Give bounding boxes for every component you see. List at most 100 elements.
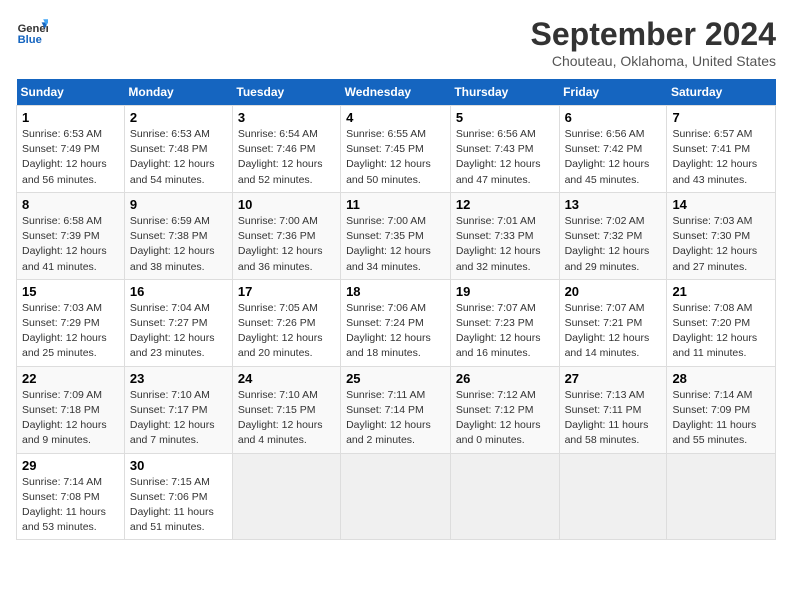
calendar-cell-17: 17 Sunrise: 7:05 AMSunset: 7:26 PMDaylig… (232, 279, 340, 366)
calendar-week-row: 15 Sunrise: 7:03 AMSunset: 7:29 PMDaylig… (17, 279, 776, 366)
calendar-cell-21: 21 Sunrise: 7:08 AMSunset: 7:20 PMDaylig… (667, 279, 776, 366)
day-number: 28 (672, 371, 770, 386)
day-number: 18 (346, 284, 445, 299)
calendar-cell-22: 22 Sunrise: 7:09 AMSunset: 7:18 PMDaylig… (17, 366, 125, 453)
day-number: 25 (346, 371, 445, 386)
day-number: 8 (22, 197, 119, 212)
day-number: 23 (130, 371, 227, 386)
day-number: 13 (565, 197, 662, 212)
calendar-cell-27: 27 Sunrise: 7:13 AMSunset: 7:11 PMDaylig… (559, 366, 667, 453)
calendar-week-row: 8 Sunrise: 6:58 AMSunset: 7:39 PMDayligh… (17, 192, 776, 279)
calendar-cell-11: 11 Sunrise: 7:00 AMSunset: 7:35 PMDaylig… (341, 192, 451, 279)
calendar-cell-30: 30 Sunrise: 7:15 AMSunset: 7:06 PMDaylig… (124, 453, 232, 540)
day-number: 30 (130, 458, 227, 473)
day-number: 24 (238, 371, 335, 386)
day-number: 26 (456, 371, 554, 386)
day-number: 12 (456, 197, 554, 212)
day-number: 4 (346, 110, 445, 125)
calendar-cell-10: 10 Sunrise: 7:00 AMSunset: 7:36 PMDaylig… (232, 192, 340, 279)
calendar-cell-5: 5 Sunrise: 6:56 AMSunset: 7:43 PMDayligh… (450, 106, 559, 193)
page-header: General Blue September 2024 Chouteau, Ok… (16, 16, 776, 69)
day-info: Sunrise: 7:14 AMSunset: 7:08 PMDaylight:… (22, 476, 106, 534)
calendar-cell-6: 6 Sunrise: 6:56 AMSunset: 7:42 PMDayligh… (559, 106, 667, 193)
calendar-cell-19: 19 Sunrise: 7:07 AMSunset: 7:23 PMDaylig… (450, 279, 559, 366)
day-number: 3 (238, 110, 335, 125)
empty-cell (450, 453, 559, 540)
title-block: September 2024 Chouteau, Oklahoma, Unite… (531, 16, 776, 69)
page-subtitle: Chouteau, Oklahoma, United States (531, 53, 776, 69)
calendar-cell-12: 12 Sunrise: 7:01 AMSunset: 7:33 PMDaylig… (450, 192, 559, 279)
weekday-header-saturday: Saturday (667, 79, 776, 106)
day-info: Sunrise: 7:08 AMSunset: 7:20 PMDaylight:… (672, 302, 757, 360)
calendar-week-row: 22 Sunrise: 7:09 AMSunset: 7:18 PMDaylig… (17, 366, 776, 453)
day-info: Sunrise: 7:07 AMSunset: 7:21 PMDaylight:… (565, 302, 650, 360)
calendar-cell-28: 28 Sunrise: 7:14 AMSunset: 7:09 PMDaylig… (667, 366, 776, 453)
day-info: Sunrise: 6:56 AMSunset: 7:42 PMDaylight:… (565, 128, 650, 186)
day-number: 17 (238, 284, 335, 299)
day-info: Sunrise: 7:15 AMSunset: 7:06 PMDaylight:… (130, 476, 214, 534)
day-number: 11 (346, 197, 445, 212)
day-number: 21 (672, 284, 770, 299)
empty-cell (559, 453, 667, 540)
day-number: 16 (130, 284, 227, 299)
day-info: Sunrise: 6:53 AMSunset: 7:49 PMDaylight:… (22, 128, 107, 186)
calendar-cell-2: 2 Sunrise: 6:53 AMSunset: 7:48 PMDayligh… (124, 106, 232, 193)
calendar-cell-18: 18 Sunrise: 7:06 AMSunset: 7:24 PMDaylig… (341, 279, 451, 366)
day-info: Sunrise: 7:02 AMSunset: 7:32 PMDaylight:… (565, 215, 650, 273)
day-info: Sunrise: 7:12 AMSunset: 7:12 PMDaylight:… (456, 389, 541, 447)
weekday-header-wednesday: Wednesday (341, 79, 451, 106)
empty-cell (341, 453, 451, 540)
day-info: Sunrise: 7:01 AMSunset: 7:33 PMDaylight:… (456, 215, 541, 273)
day-info: Sunrise: 7:00 AMSunset: 7:36 PMDaylight:… (238, 215, 323, 273)
day-info: Sunrise: 7:05 AMSunset: 7:26 PMDaylight:… (238, 302, 323, 360)
calendar-cell-24: 24 Sunrise: 7:10 AMSunset: 7:15 PMDaylig… (232, 366, 340, 453)
day-number: 15 (22, 284, 119, 299)
logo-icon: General Blue (16, 16, 48, 48)
calendar-cell-4: 4 Sunrise: 6:55 AMSunset: 7:45 PMDayligh… (341, 106, 451, 193)
calendar-week-row: 1 Sunrise: 6:53 AMSunset: 7:49 PMDayligh… (17, 106, 776, 193)
day-number: 10 (238, 197, 335, 212)
weekday-header-row: SundayMondayTuesdayWednesdayThursdayFrid… (17, 79, 776, 106)
day-info: Sunrise: 7:13 AMSunset: 7:11 PMDaylight:… (565, 389, 649, 447)
day-info: Sunrise: 7:04 AMSunset: 7:27 PMDaylight:… (130, 302, 215, 360)
weekday-header-friday: Friday (559, 79, 667, 106)
day-number: 2 (130, 110, 227, 125)
day-info: Sunrise: 6:54 AMSunset: 7:46 PMDaylight:… (238, 128, 323, 186)
calendar-cell-7: 7 Sunrise: 6:57 AMSunset: 7:41 PMDayligh… (667, 106, 776, 193)
calendar-table: SundayMondayTuesdayWednesdayThursdayFrid… (16, 79, 776, 540)
day-info: Sunrise: 7:00 AMSunset: 7:35 PMDaylight:… (346, 215, 431, 273)
day-info: Sunrise: 6:56 AMSunset: 7:43 PMDaylight:… (456, 128, 541, 186)
day-info: Sunrise: 6:59 AMSunset: 7:38 PMDaylight:… (130, 215, 215, 273)
day-number: 1 (22, 110, 119, 125)
logo: General Blue (16, 16, 48, 48)
calendar-cell-13: 13 Sunrise: 7:02 AMSunset: 7:32 PMDaylig… (559, 192, 667, 279)
day-number: 22 (22, 371, 119, 386)
empty-cell (232, 453, 340, 540)
day-number: 19 (456, 284, 554, 299)
day-info: Sunrise: 7:06 AMSunset: 7:24 PMDaylight:… (346, 302, 431, 360)
weekday-header-thursday: Thursday (450, 79, 559, 106)
day-number: 27 (565, 371, 662, 386)
day-info: Sunrise: 6:58 AMSunset: 7:39 PMDaylight:… (22, 215, 107, 273)
calendar-week-row: 29 Sunrise: 7:14 AMSunset: 7:08 PMDaylig… (17, 453, 776, 540)
day-number: 29 (22, 458, 119, 473)
calendar-cell-29: 29 Sunrise: 7:14 AMSunset: 7:08 PMDaylig… (17, 453, 125, 540)
day-number: 20 (565, 284, 662, 299)
calendar-cell-25: 25 Sunrise: 7:11 AMSunset: 7:14 PMDaylig… (341, 366, 451, 453)
calendar-cell-8: 8 Sunrise: 6:58 AMSunset: 7:39 PMDayligh… (17, 192, 125, 279)
weekday-header-monday: Monday (124, 79, 232, 106)
calendar-cell-1: 1 Sunrise: 6:53 AMSunset: 7:49 PMDayligh… (17, 106, 125, 193)
page-title: September 2024 (531, 16, 776, 53)
day-info: Sunrise: 6:53 AMSunset: 7:48 PMDaylight:… (130, 128, 215, 186)
calendar-cell-26: 26 Sunrise: 7:12 AMSunset: 7:12 PMDaylig… (450, 366, 559, 453)
day-number: 9 (130, 197, 227, 212)
day-number: 7 (672, 110, 770, 125)
day-info: Sunrise: 7:07 AMSunset: 7:23 PMDaylight:… (456, 302, 541, 360)
day-number: 14 (672, 197, 770, 212)
calendar-cell-20: 20 Sunrise: 7:07 AMSunset: 7:21 PMDaylig… (559, 279, 667, 366)
empty-cell (667, 453, 776, 540)
day-info: Sunrise: 7:11 AMSunset: 7:14 PMDaylight:… (346, 389, 431, 447)
day-info: Sunrise: 6:55 AMSunset: 7:45 PMDaylight:… (346, 128, 431, 186)
calendar-cell-23: 23 Sunrise: 7:10 AMSunset: 7:17 PMDaylig… (124, 366, 232, 453)
day-number: 5 (456, 110, 554, 125)
